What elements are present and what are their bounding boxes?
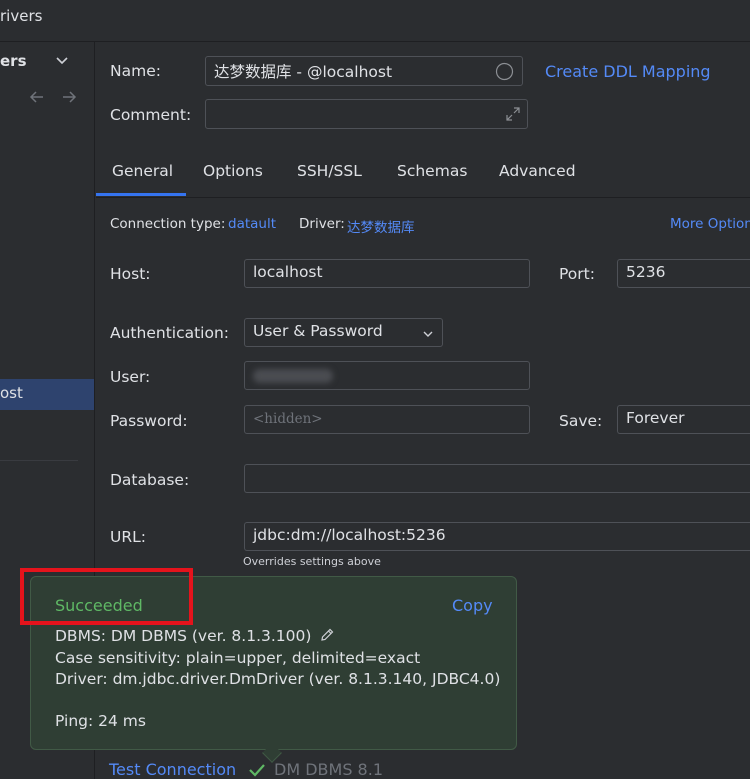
tab-options[interactable]: Options bbox=[203, 162, 263, 180]
password-field[interactable]: <hidden> bbox=[244, 405, 530, 434]
sidebar-header: ers bbox=[0, 52, 27, 70]
case-sensitivity-line: Case sensitivity: plain=upper, delimited… bbox=[55, 649, 421, 667]
blurred-username bbox=[253, 369, 333, 383]
create-ddl-mapping-link[interactable]: Create DDL Mapping bbox=[545, 62, 711, 81]
tab-general[interactable]: General bbox=[112, 162, 173, 180]
comment-field[interactable] bbox=[205, 99, 528, 129]
database-label: Database: bbox=[110, 471, 190, 489]
url-hint: Overrides settings above bbox=[243, 555, 381, 568]
connection-type-label: Connection type: bbox=[110, 216, 226, 232]
chevron-down-icon[interactable] bbox=[55, 54, 69, 68]
test-connection-link[interactable]: Test Connection bbox=[109, 760, 236, 779]
name-label: Name: bbox=[110, 62, 161, 80]
host-value: localhost bbox=[253, 263, 323, 281]
password-label: Password: bbox=[110, 412, 188, 430]
port-field[interactable]: 5236 bbox=[617, 259, 750, 288]
url-field[interactable]: jdbc:dm://localhost:5236 bbox=[244, 522, 750, 551]
window-title: rivers bbox=[0, 7, 43, 25]
authentication-dropdown[interactable]: User & Password bbox=[244, 318, 443, 347]
sidebar-item-localhost[interactable]: ost bbox=[0, 379, 94, 410]
save-label: Save: bbox=[559, 412, 603, 430]
name-field[interactable]: 达梦数据库 - @localhost bbox=[205, 56, 523, 86]
tab-ssh-ssl[interactable]: SSH/SSL bbox=[297, 162, 362, 180]
user-label: User: bbox=[110, 368, 151, 386]
save-dropdown[interactable]: Forever bbox=[617, 405, 750, 434]
driver-info-line: Driver: dm.jdbc.driver.DmDriver (ver. 8.… bbox=[55, 670, 501, 688]
driver-label: Driver: bbox=[299, 216, 345, 232]
tabs-divider bbox=[96, 197, 750, 198]
circle-icon[interactable] bbox=[495, 62, 514, 81]
port-value: 5236 bbox=[626, 263, 666, 281]
chevron-down-icon bbox=[423, 331, 433, 337]
dbms-version-label: DM DBMS 8.1 bbox=[274, 760, 383, 779]
window-titlebar: rivers bbox=[0, 0, 750, 42]
active-tab-indicator bbox=[96, 193, 186, 196]
sidebar-item-label: ost bbox=[0, 384, 23, 402]
name-value: 达梦数据库 - @localhost bbox=[214, 63, 393, 81]
database-field[interactable] bbox=[244, 464, 750, 493]
tab-advanced[interactable]: Advanced bbox=[499, 162, 576, 180]
driver-link[interactable]: 达梦数据库 bbox=[347, 216, 415, 236]
dbms-text: DBMS: DM DBMS (ver. 8.1.3.100) bbox=[55, 627, 312, 645]
host-field[interactable]: localhost bbox=[244, 259, 530, 288]
copy-button[interactable]: Copy bbox=[452, 596, 493, 615]
password-placeholder: <hidden> bbox=[253, 411, 323, 427]
user-field[interactable] bbox=[244, 361, 530, 390]
arrow-back-icon[interactable] bbox=[28, 88, 46, 106]
authentication-label: Authentication: bbox=[110, 324, 230, 342]
checkmark-icon bbox=[249, 764, 265, 777]
arrow-forward-icon[interactable] bbox=[60, 88, 78, 106]
sidebar-divider bbox=[0, 460, 78, 461]
url-value: jdbc:dm://localhost:5236 bbox=[253, 526, 446, 544]
dbms-line: DBMS: DM DBMS (ver. 8.1.3.100) bbox=[55, 627, 335, 645]
save-value: Forever bbox=[626, 409, 685, 427]
authentication-value: User & Password bbox=[253, 322, 383, 340]
tab-schemas[interactable]: Schemas bbox=[397, 162, 467, 180]
connection-type-dropdown[interactable]: datault bbox=[228, 216, 276, 232]
more-options-link[interactable]: More Options bbox=[670, 216, 750, 232]
ping-line: Ping: 24 ms bbox=[55, 712, 146, 730]
port-label: Port: bbox=[559, 265, 595, 283]
url-label: URL: bbox=[110, 528, 146, 546]
edit-pencil-icon[interactable] bbox=[319, 627, 335, 643]
comment-label: Comment: bbox=[110, 106, 192, 124]
expand-icon[interactable] bbox=[505, 106, 521, 122]
highlight-annotation bbox=[20, 568, 193, 625]
host-label: Host: bbox=[110, 265, 151, 283]
